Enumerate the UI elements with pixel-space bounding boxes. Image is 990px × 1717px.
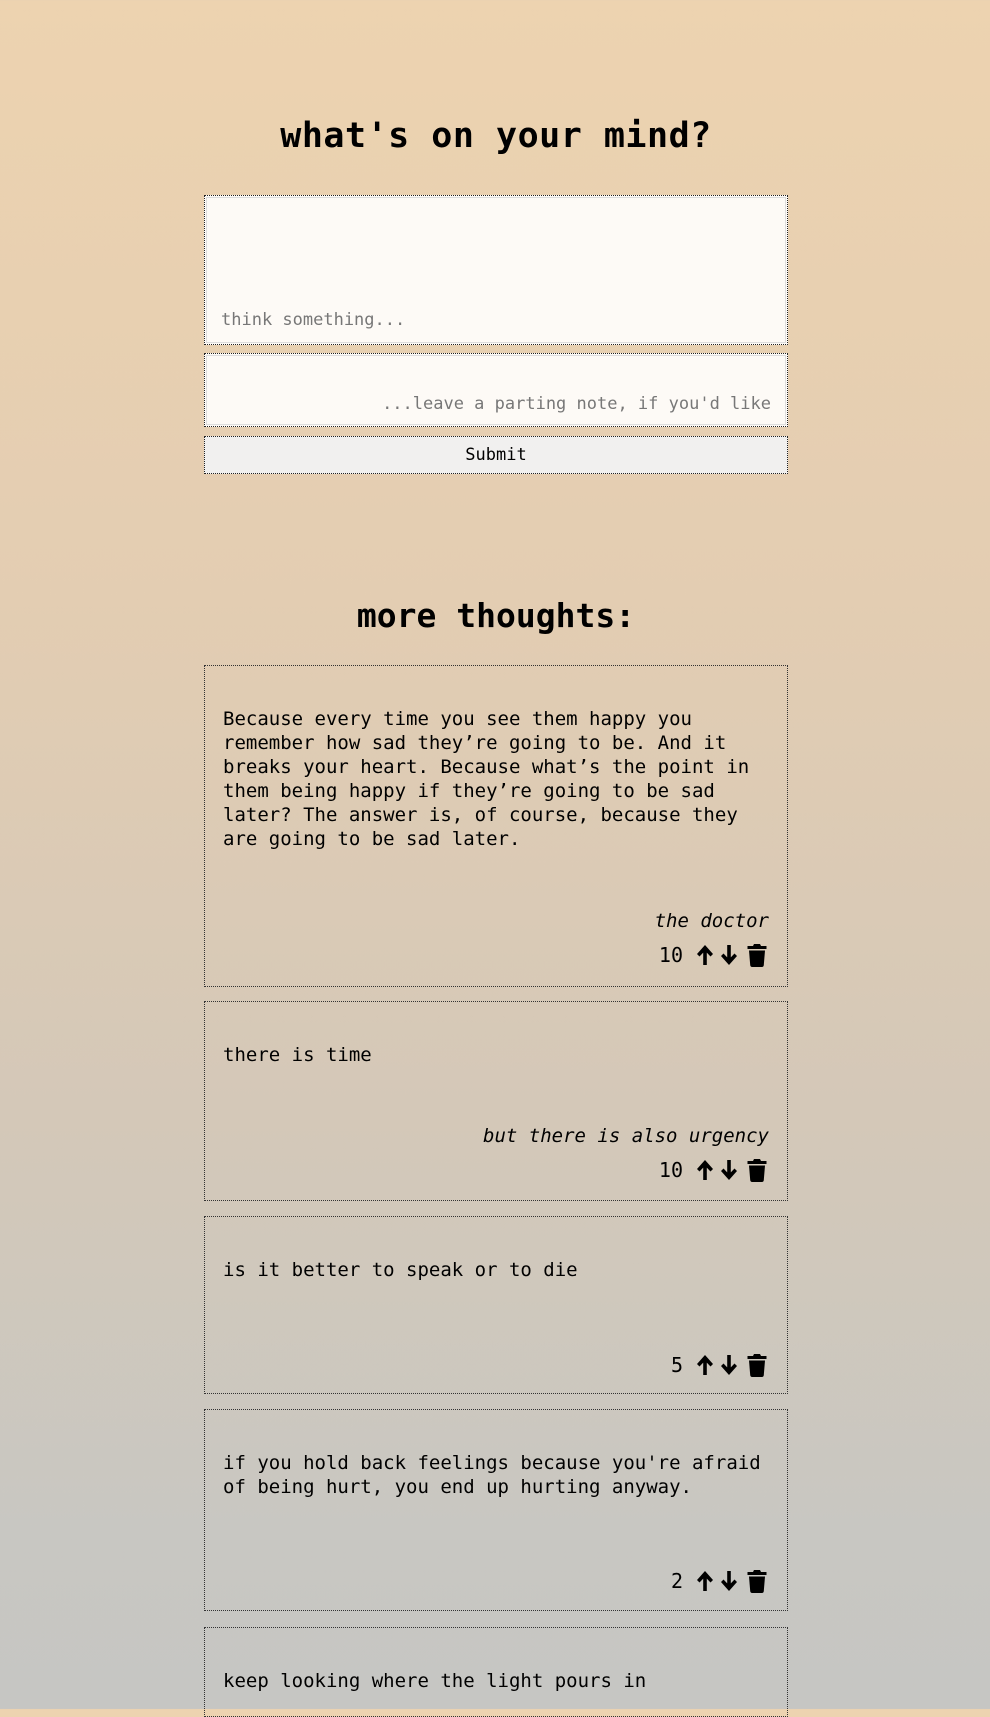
section-title: more thoughts: [356,596,636,635]
thought-card: is it better to speak or to die 5 [204,1216,788,1394]
trash-icon[interactable] [745,1157,769,1183]
page-title: what's on your mind? [280,116,712,156]
vote-count: 10 [658,1158,683,1182]
arrow-up-icon[interactable] [693,942,717,968]
arrow-down-icon[interactable] [717,1157,741,1183]
arrow-up-icon[interactable] [693,1568,717,1594]
thought-card: if you hold back feelings because you're… [204,1409,788,1611]
thought-text: keep looking where the light pours in [223,1670,647,1692]
parting-note-placeholder: ...leave a parting note, if you'd like [382,394,771,414]
thought-note: but there is also urgency [483,1125,769,1147]
arrow-down-icon[interactable] [717,1352,741,1378]
thought-card: there is time but there is also urgency … [204,1001,788,1201]
thought-actions: 5 [671,1352,769,1378]
thought-card: keep looking where the light pours in [204,1627,788,1717]
trash-icon[interactable] [745,1568,769,1594]
arrow-down-icon[interactable] [717,942,741,968]
vote-count: 10 [658,943,683,967]
arrow-down-icon[interactable] [717,1568,741,1594]
thought-text: Because every time you see them happy yo… [223,708,750,850]
arrow-up-icon[interactable] [693,1352,717,1378]
thought-input[interactable]: think something... [204,195,788,345]
thought-input-placeholder: think something... [221,310,406,330]
vote-count: 2 [670,1569,683,1593]
thought-text: if you hold back feelings because you're… [223,1452,761,1498]
thought-note: the doctor [654,910,769,932]
parting-note-input[interactable]: ...leave a parting note, if you'd like [204,353,788,427]
arrow-up-icon[interactable] [693,1157,717,1183]
thought-actions: 2 [671,1568,769,1594]
trash-icon[interactable] [745,1352,769,1378]
thought-actions: 10 [659,942,769,968]
thought-text: is it better to speak or to die [223,1259,578,1281]
trash-icon[interactable] [745,942,769,968]
submit-button[interactable]: Submit [204,436,788,474]
thought-actions: 10 [659,1157,769,1183]
vote-count: 5 [670,1353,683,1377]
thought-card: Because every time you see them happy yo… [204,665,788,987]
thought-text: there is time [223,1044,372,1066]
